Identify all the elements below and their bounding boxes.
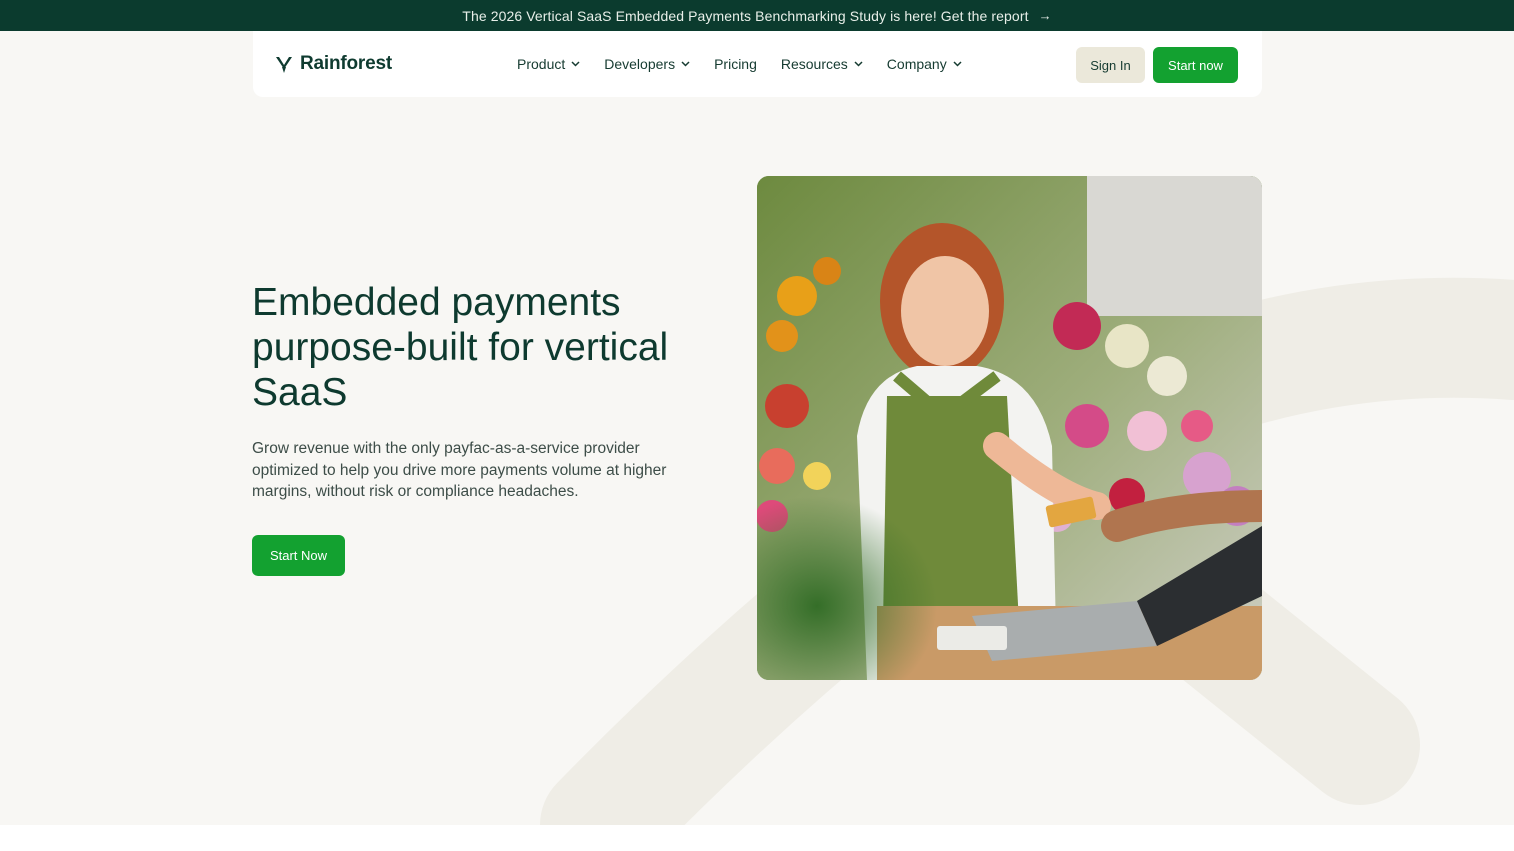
main-navigation: Rainforest Product Developers Pricing Re…: [253, 31, 1262, 97]
sign-in-button[interactable]: Sign In: [1076, 47, 1145, 83]
hero-start-now-button[interactable]: Start Now: [252, 535, 345, 576]
chevron-down-icon: [854, 61, 863, 67]
banner-text[interactable]: The 2026 Vertical SaaS Embedded Payments…: [462, 8, 1028, 24]
chevron-down-icon: [953, 61, 962, 67]
nav-item-resources[interactable]: Resources: [781, 56, 863, 72]
hero-subheading: Grow revenue with the only payfac-as-a-s…: [252, 440, 667, 500]
brand-logo[interactable]: Rainforest: [275, 53, 392, 75]
nav-item-label: Pricing: [714, 56, 757, 72]
chevron-down-icon: [571, 61, 580, 67]
announcement-banner[interactable]: The 2026 Vertical SaaS Embedded Payments…: [0, 0, 1514, 31]
florist-payment-illustration: [757, 176, 1262, 680]
section-divider: [0, 825, 1514, 851]
arrow-right-icon: →: [1038, 8, 1052, 23]
chevron-down-icon: [681, 61, 690, 67]
nav-item-company[interactable]: Company: [887, 56, 962, 72]
nav-item-label: Resources: [780, 56, 848, 72]
start-now-button[interactable]: Start now: [1153, 47, 1238, 83]
nav-item-pricing[interactable]: Pricing: [714, 56, 757, 72]
brand-name: Rainforest: [300, 53, 392, 74]
hero-headline: Embedded payments purpose-built for vert…: [252, 281, 669, 414]
nav-item-label: Developers: [604, 56, 676, 72]
nav-item-label: Product: [517, 56, 566, 72]
nav-item-label: Company: [886, 56, 947, 72]
hero-photo: [757, 176, 1262, 680]
nav-menu: Product Developers Pricing Resources Com…: [517, 31, 986, 97]
leaf-logo-icon: [276, 56, 292, 73]
nav-item-product[interactable]: Product: [517, 56, 580, 72]
nav-item-developers[interactable]: Developers: [604, 56, 690, 72]
